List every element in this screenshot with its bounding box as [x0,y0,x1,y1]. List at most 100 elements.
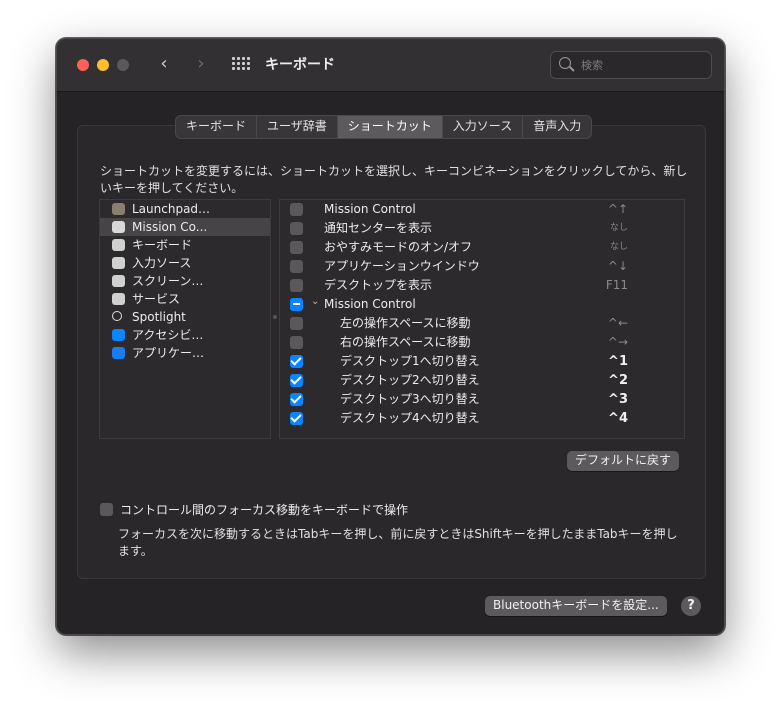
category-label: キーボード [132,238,193,252]
shortcut-checkbox[interactable] [290,374,303,387]
shortcut-checkbox[interactable] [290,260,303,273]
shortcut-row[interactable]: デスクトップ3へ切り替え ^3 [280,390,684,409]
shortcut-checkbox[interactable] [290,279,303,292]
category-item[interactable]: キーボード [100,236,270,254]
input-source-icon [112,257,125,269]
shortcut-row[interactable]: デスクトップ2へ切り替え ^2 [280,371,684,390]
keyboard-icon [112,239,125,251]
category-item[interactable]: アクセシビ… [100,326,270,344]
shortcut-key[interactable]: ^3 [608,390,628,409]
shortcut-label: デスクトップ3へ切り替え [340,392,480,406]
shortcut-checkbox[interactable] [290,222,303,235]
instructions-text: ショートカットを変更するには、ショートカットを選択し、キーコンビネーションをクリ… [100,164,688,195]
shortcut-label: 右の操作スペースに移動 [340,335,471,349]
shortcut-label: 通知センターを表示 [324,221,433,235]
shortcut-key[interactable]: ^↓ [608,257,628,276]
shortcut-label: デスクトップ2へ切り替え [340,373,480,387]
spotlight-icon [112,311,122,321]
restore-defaults-button[interactable]: デフォルトに戻す [567,451,680,471]
preferences-window: ‹ › キーボード キーボード ユーザ辞書 ショートカット 入力ソース 音声入力… [56,38,725,635]
category-item[interactable]: サービス [100,290,270,308]
shortcut-key[interactable]: F11 [606,276,628,295]
search-input[interactable] [579,55,703,75]
shortcut-label: Mission Control [324,297,416,311]
back-chevron-icon[interactable]: ‹ [153,53,175,75]
category-label: アプリケー… [132,346,205,360]
category-list[interactable]: Launchpad… Mission Co... キーボード入力ソーススクリーン… サ… [99,199,271,439]
category-item[interactable]: アプリケー… [100,344,270,362]
tab-user-dictionary[interactable]: ユーザ辞書 [257,116,338,138]
category-item[interactable]: Spotlight [100,308,270,326]
shortcut-key[interactable]: ^4 [608,409,628,428]
shortcut-row[interactable]: ⌄ Mission Control [280,295,684,314]
disclosure-chevron-icon[interactable]: ⌄ [311,296,319,307]
shortcut-label: デスクトップ4へ切り替え [340,411,480,425]
shortcut-row[interactable]: 通知センターを表示 なし [280,219,684,238]
shortcut-key[interactable]: なし [610,238,628,257]
shortcut-row[interactable]: デスクトップを表示 F11 [280,276,684,295]
tab-shortcuts[interactable]: ショートカット [337,116,443,138]
category-label: Mission Co... [132,220,208,234]
zoom-button[interactable] [117,59,129,71]
category-item[interactable]: Mission Co... [100,218,270,236]
shortcut-checkbox[interactable] [290,336,303,349]
keyboard-navigation-description: フォーカスを次に移動するときはTabキーを押し、前に戻すときはShiftキーを押… [118,527,678,558]
category-label: サービス [132,292,181,306]
category-label: スクリーン… [132,274,204,288]
shortcut-label: デスクトップ1へ切り替え [340,354,480,368]
launchpad-icon [112,203,125,215]
help-button[interactable]: ? [681,596,701,616]
shortcut-checkbox[interactable] [290,393,303,406]
shortcut-key[interactable]: なし [610,219,628,238]
shortcut-checkbox[interactable] [290,241,303,254]
category-item[interactable]: 入力ソース [100,254,270,272]
keyboard-navigation-label[interactable]: コントロール間のフォーカス移動をキーボードで操作 [120,501,408,518]
shortcut-key[interactable]: ^1 [608,352,628,371]
gear-icon [112,293,125,305]
category-label: Spotlight [132,310,186,324]
split-handle[interactable] [273,315,277,319]
shortcut-row[interactable]: Mission Control ^↑ [280,200,684,219]
tab-dictation[interactable]: 音声入力 [523,116,591,138]
shortcut-key[interactable]: ^← [608,314,628,333]
shortcut-checkbox[interactable] [290,317,303,330]
tab-input-sources[interactable]: 入力ソース [443,116,524,138]
search-field[interactable] [550,51,712,79]
mission-control-icon [112,221,125,233]
shortcut-checkbox[interactable] [290,203,303,216]
keyboard-navigation-checkbox[interactable] [100,503,113,516]
category-item[interactable]: Launchpad… [100,200,270,218]
shortcut-list[interactable]: Mission Control ^↑ 通知センターを表示 なし おやすみモードのオン/オ… [279,199,685,439]
shortcut-row[interactable]: 右の操作スペースに移動 ^→ [280,333,684,352]
screenshot-icon [112,275,125,287]
shortcut-key[interactable]: ^→ [608,333,628,352]
shortcut-label: 左の操作スペースに移動 [340,316,471,330]
category-item[interactable]: スクリーン… [100,272,270,290]
minimize-button[interactable] [97,59,109,71]
shortcut-checkbox[interactable] [290,355,303,368]
shortcut-checkbox[interactable] [290,298,303,311]
forward-chevron-icon[interactable]: › [190,53,212,75]
category-label: アクセシビ… [132,328,204,342]
shortcut-row[interactable]: デスクトップ1へ切り替え ^1 [280,352,684,371]
shortcut-checkbox[interactable] [290,412,303,425]
setup-bluetooth-keyboard-button[interactable]: Bluetoothキーボードを設定... [485,596,667,616]
category-label: 入力ソース [132,256,192,270]
tab-keyboard[interactable]: キーボード [176,116,258,138]
shortcut-label: Mission Control [324,202,416,216]
shortcut-row[interactable]: おやすみモードのオン/オフ なし [280,238,684,257]
show-all-grid-icon[interactable] [232,57,250,71]
shortcut-row[interactable]: 左の操作スペースに移動 ^← [280,314,684,333]
shortcut-row[interactable]: デスクトップ4へ切り替え ^4 [280,409,684,428]
search-icon [559,57,571,69]
shortcut-row[interactable]: アプリケーションウインドウ ^↓ [280,257,684,276]
window-title: キーボード [265,57,335,73]
shortcut-key[interactable]: ^↑ [608,200,628,219]
shortcut-key[interactable]: ^2 [608,371,628,390]
close-button[interactable] [77,59,89,71]
accessibility-icon [112,329,125,341]
tab-bar: キーボード ユーザ辞書 ショートカット 入力ソース 音声入力 [175,115,593,139]
shortcut-label: おやすみモードのオン/オフ [324,240,473,254]
app-store-icon [112,347,125,359]
category-label: Launchpad… [132,202,211,216]
